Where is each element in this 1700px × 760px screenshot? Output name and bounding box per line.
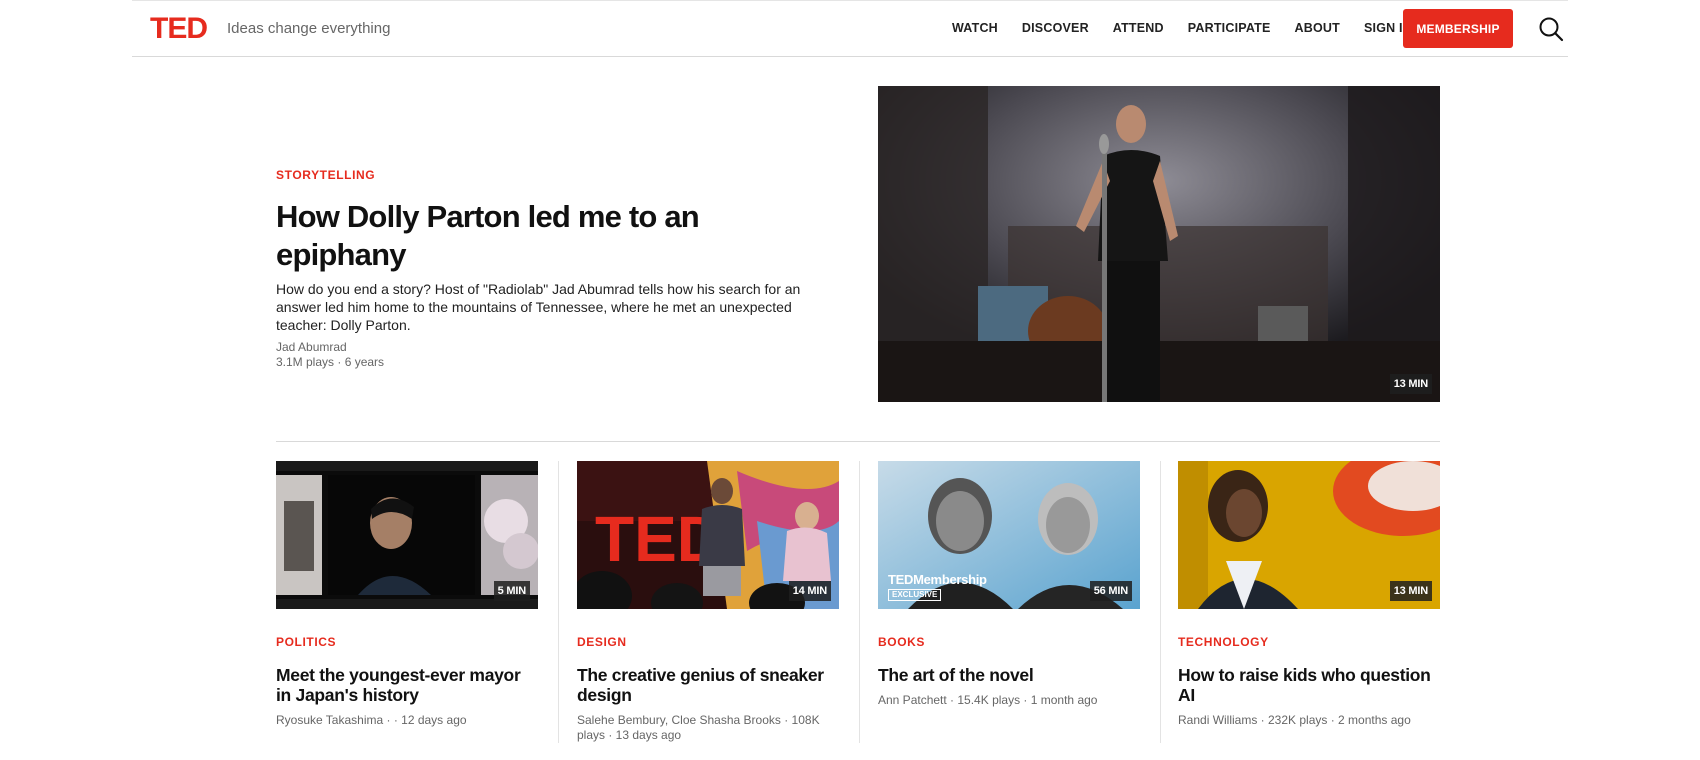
- hero-description: How do you end a story? Host of "Radiola…: [276, 281, 801, 333]
- card-separator: [859, 461, 860, 743]
- talk-thumbnail[interactable]: TEDMembership EXCLUSIVE 56 MIN: [878, 461, 1140, 609]
- card-category[interactable]: DESIGN: [577, 635, 839, 649]
- duration-badge: 14 MIN: [788, 581, 831, 601]
- card-title[interactable]: The creative genius of sneaker design: [577, 665, 839, 705]
- card-separator: [1160, 461, 1161, 743]
- nav-participate[interactable]: PARTICIPATE: [1188, 21, 1271, 35]
- nav-about[interactable]: ABOUT: [1295, 21, 1340, 35]
- duration-badge: 5 MIN: [493, 581, 530, 601]
- ted-membership-overlay: TEDMembership: [888, 572, 987, 587]
- hero-video-thumbnail[interactable]: 13 MIN: [878, 86, 1440, 402]
- talk-thumbnail[interactable]: TED 14 MIN: [577, 461, 839, 609]
- site-header: TED Ideas change everything WATCH DISCOV…: [132, 0, 1568, 57]
- card-separator: [558, 461, 559, 743]
- hero-scene: [878, 86, 1440, 402]
- main-nav: WATCH DISCOVER ATTEND PARTICIPATE ABOUT …: [952, 21, 1436, 35]
- card-category[interactable]: POLITICS: [276, 635, 538, 649]
- card-title[interactable]: The art of the novel: [878, 665, 1140, 685]
- card-meta: Ann Patchett · 15.4K plays · 1 month ago: [878, 693, 1098, 707]
- hero-duration-badge: 13 MIN: [1389, 374, 1432, 394]
- ted-logo[interactable]: TED: [150, 14, 208, 44]
- hero-text: STORYTELLING How Dolly Parton led me to …: [276, 168, 816, 370]
- section-divider: [276, 441, 1440, 442]
- card-meta: Randi Williams · 232K plays · 2 months a…: [1178, 713, 1411, 727]
- talk-thumbnail[interactable]: 13 MIN: [1178, 461, 1440, 609]
- card-title[interactable]: Meet the youngest-ever mayor in Japan's …: [276, 665, 538, 705]
- tagline: Ideas change everything: [227, 20, 391, 37]
- nav-discover[interactable]: DISCOVER: [1022, 21, 1089, 35]
- hero-stats: 3.1M plays · 6 years: [276, 355, 385, 369]
- card-meta: Salehe Bembury, Cloe Shasha Brooks · 108…: [577, 713, 820, 742]
- hero-author: Jad Abumrad: [276, 340, 347, 354]
- nav-attend[interactable]: ATTEND: [1113, 21, 1164, 35]
- search-icon[interactable]: [1538, 16, 1564, 42]
- nav-watch[interactable]: WATCH: [952, 21, 998, 35]
- talk-card[interactable]: 13 MIN TECHNOLOGY How to raise kids who …: [1178, 461, 1440, 728]
- hero-title[interactable]: How Dolly Parton led me to an epiphany: [276, 198, 816, 274]
- card-title[interactable]: How to raise kids who question AI: [1178, 665, 1440, 705]
- duration-badge: 56 MIN: [1089, 581, 1132, 601]
- talk-thumbnail[interactable]: 5 MIN: [276, 461, 538, 609]
- card-category[interactable]: BOOKS: [878, 635, 1140, 649]
- membership-button[interactable]: MEMBERSHIP: [1403, 9, 1513, 48]
- talk-card[interactable]: 5 MIN POLITICS Meet the youngest-ever ma…: [276, 461, 538, 728]
- talk-card[interactable]: TED 14 MIN DESIGN The creative genius of…: [577, 461, 839, 743]
- hero-category[interactable]: STORYTELLING: [276, 168, 816, 182]
- card-category[interactable]: TECHNOLOGY: [1178, 635, 1440, 649]
- card-meta: Ryosuke Takashima · · 12 days ago: [276, 713, 467, 727]
- exclusive-tag: EXCLUSIVE: [888, 589, 942, 601]
- talk-card[interactable]: TEDMembership EXCLUSIVE 56 MIN BOOKS The…: [878, 461, 1140, 708]
- duration-badge: 13 MIN: [1389, 581, 1432, 601]
